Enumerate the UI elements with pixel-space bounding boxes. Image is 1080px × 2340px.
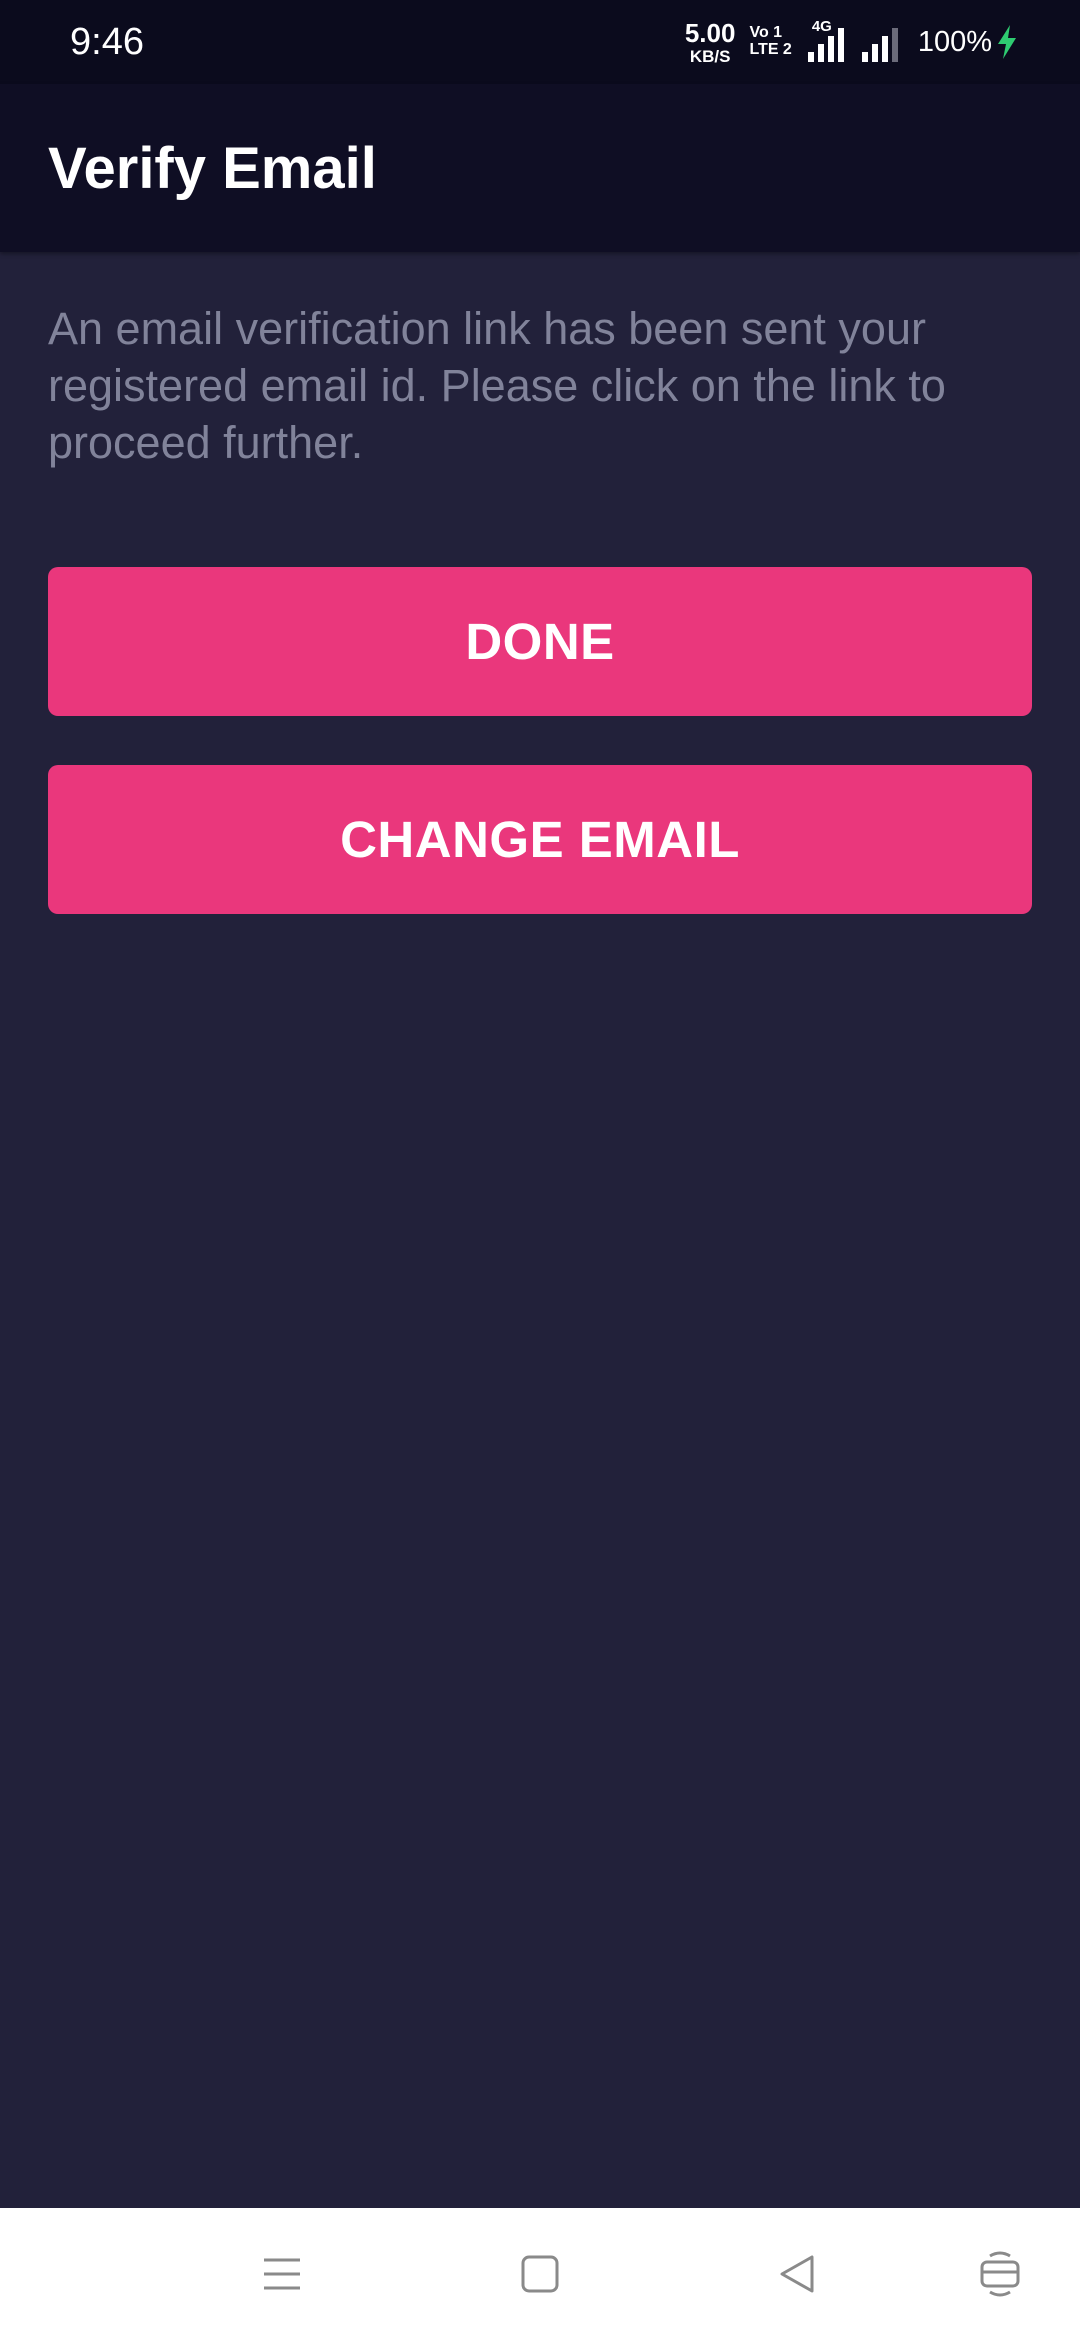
back-icon[interactable] xyxy=(768,2244,828,2304)
navigation-bar xyxy=(0,2208,1080,2340)
verification-message: An email verification link has been sent… xyxy=(48,303,946,468)
screen-icon[interactable] xyxy=(970,2244,1030,2304)
network-speed-unit: KB/S xyxy=(689,46,731,66)
network-speed-icon: 5.00 KB/S xyxy=(685,20,736,65)
status-icons: 5.00 KB/S Vo 1 LTE 2 4G 100% xyxy=(685,14,1018,70)
signal-4g-icon: 4G xyxy=(807,18,844,62)
volte-line-2: LTE 2 xyxy=(749,41,792,58)
charging-icon xyxy=(998,25,1016,59)
network-type-label: 4G xyxy=(811,18,832,35)
home-icon[interactable] xyxy=(510,2244,570,2304)
done-button[interactable]: DONE xyxy=(48,567,1032,716)
page-title: Verify Email xyxy=(48,136,377,201)
battery-level: 100% xyxy=(917,25,992,58)
status-bar: 9:46 5.00 KB/S Vo 1 LTE 2 4G 100% xyxy=(0,0,1080,84)
change-email-button[interactable]: CHANGE EMAIL xyxy=(48,765,1032,914)
status-time: 9:46 xyxy=(70,21,144,63)
network-speed-value: 5.00 xyxy=(684,17,736,48)
app-bar: Verify Email xyxy=(0,84,1080,252)
menu-icon[interactable] xyxy=(252,2244,312,2304)
signal-icon xyxy=(861,22,898,62)
volte-icon: Vo 1 LTE 2 xyxy=(749,24,792,59)
volte-line-1: Vo 1 xyxy=(749,24,783,42)
